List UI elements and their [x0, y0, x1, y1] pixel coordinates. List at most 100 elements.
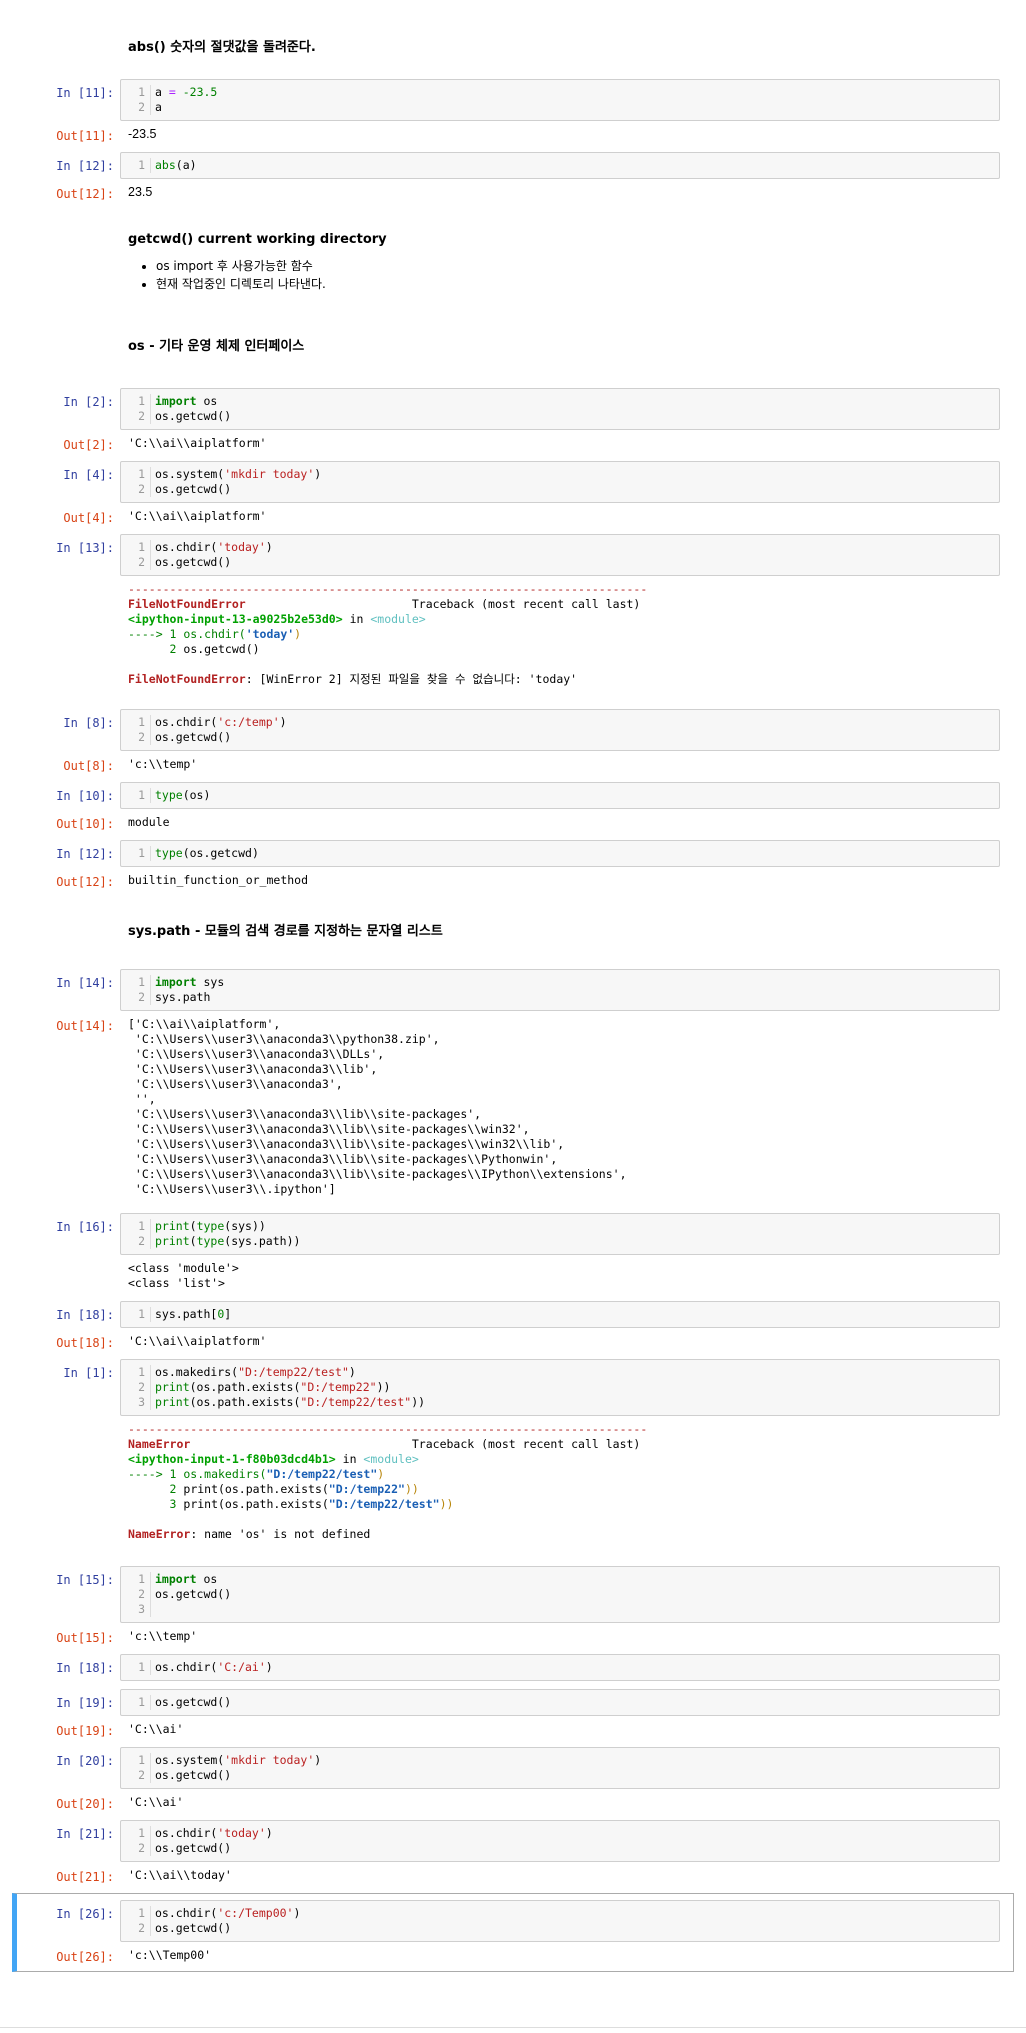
- code-text[interactable]: os.chdir('C:/ai'): [155, 1660, 273, 1675]
- line-numbers: 1: [121, 846, 151, 861]
- code-editor[interactable]: 1 2 3 import os os.getcwd(): [120, 1566, 1000, 1623]
- line-numbers: 1 2: [121, 715, 151, 745]
- line-numbers: 1 2: [121, 975, 151, 1005]
- markdown-cell-syspath[interactable]: sys.path - 모듈의 검색 경로를 지정하는 문자열 리스트: [0, 898, 1026, 955]
- code-text[interactable]: os.system('mkdir today') os.getcwd(): [155, 467, 321, 497]
- output-prompt-empty: [0, 1261, 120, 1291]
- code-editor[interactable]: 1 2 os.system('mkdir today') os.getcwd(): [120, 461, 1000, 503]
- line-numbers: 1 2: [121, 1753, 151, 1783]
- code-editor[interactable]: 1 2 os.chdir('c:/Temp00') os.getcwd(): [120, 1900, 1000, 1942]
- notebook-bottom-divider: [0, 2027, 1026, 2028]
- code-text[interactable]: sys.path[0]: [155, 1307, 231, 1322]
- list-item: os import 후 사용가능한 함수: [156, 257, 1026, 275]
- code-editor[interactable]: 1 2 3 os.makedirs("D:/temp22/test") prin…: [120, 1359, 1000, 1416]
- code-cell-1-error[interactable]: In [1]: 1 2 3 os.makedirs("D:/temp22/tes…: [0, 1359, 1026, 1542]
- output-prompt-empty: [0, 1422, 120, 1542]
- code-editor[interactable]: 1 abs(a): [120, 152, 1000, 179]
- code-text[interactable]: os.system('mkdir today') os.getcwd(): [155, 1753, 321, 1783]
- code-text[interactable]: os.chdir('today') os.getcwd(): [155, 1826, 273, 1856]
- getcwd-heading: getcwd() current working directory: [128, 232, 387, 247]
- code-text[interactable]: import os os.getcwd(): [155, 394, 231, 424]
- line-numbers: 1 2: [121, 1219, 151, 1249]
- code-cell-18-syspath[interactable]: In [18]: 1 sys.path[0] Out[18]: 'C:\\ai\…: [0, 1301, 1026, 1351]
- code-editor[interactable]: 1 2 os.system('mkdir today') os.getcwd(): [120, 1747, 1000, 1789]
- code-cell-20[interactable]: In [20]: 1 2 os.system('mkdir today') os…: [0, 1747, 1026, 1812]
- code-editor[interactable]: 1 2 import sys sys.path: [120, 969, 1000, 1011]
- input-prompt: In [15]:: [56, 1573, 114, 1587]
- line-numbers: 1: [121, 1695, 151, 1710]
- code-text[interactable]: os.makedirs("D:/temp22/test") print(os.p…: [155, 1365, 425, 1410]
- code-text[interactable]: import sys sys.path: [155, 975, 224, 1005]
- output-text: 'C:\\ai\\aiplatform': [128, 509, 267, 523]
- output-prompt: Out[19]:: [56, 1724, 114, 1738]
- code-editor[interactable]: 1 2 print(type(sys)) print(type(sys.path…: [120, 1213, 1000, 1255]
- code-editor[interactable]: 1 2 a = -23.5 a: [120, 79, 1000, 121]
- output-text: builtin_function_or_method: [128, 873, 309, 887]
- code-text[interactable]: abs(a): [155, 158, 197, 173]
- code-cell-12-abs[interactable]: In [12]: 1 abs(a) Out[12]: 23.5: [0, 152, 1026, 202]
- code-text[interactable]: os.chdir('c:/temp') os.getcwd(): [155, 715, 287, 745]
- output-text: 'C:\\ai\\aiplatform': [128, 436, 267, 450]
- output-text: -23.5: [128, 127, 157, 141]
- code-cell-26-selected[interactable]: In [26]: 1 2 os.chdir('c:/Temp00') os.ge…: [12, 1893, 1014, 1972]
- line-numbers: 1 2 3: [121, 1572, 151, 1617]
- code-editor[interactable]: 1 2 import os os.getcwd(): [120, 388, 1000, 430]
- markdown-cell-os[interactable]: os - 기타 운영 체제 인터페이스: [0, 307, 1026, 370]
- output-prompt: Out[2]:: [63, 438, 114, 452]
- output-prompt: Out[11]:: [56, 129, 114, 143]
- output-text: 'c:\\temp': [128, 1629, 198, 1643]
- line-numbers: 1: [121, 788, 151, 803]
- code-editor[interactable]: 1 2 os.chdir('today') os.getcwd(): [120, 534, 1000, 576]
- line-numbers: 1 2: [121, 540, 151, 570]
- input-prompt: In [8]:: [63, 716, 114, 730]
- code-text[interactable]: os.getcwd(): [155, 1695, 231, 1710]
- error-traceback: ----------------------------------------…: [128, 582, 648, 686]
- code-editor[interactable]: 1 os.getcwd(): [120, 1689, 1000, 1716]
- output-text: 23.5: [128, 185, 153, 199]
- markdown-cell-getcwd[interactable]: getcwd() current working directory os im…: [0, 210, 1026, 299]
- output-text: 'C:\\ai': [128, 1722, 184, 1736]
- code-editor[interactable]: 1 type(os.getcwd): [120, 840, 1000, 867]
- code-editor[interactable]: 1 os.chdir('C:/ai'): [120, 1654, 1000, 1681]
- code-cell-10[interactable]: In [10]: 1 type(os) Out[10]: module: [0, 782, 1026, 832]
- code-cell-4[interactable]: In [4]: 1 2 os.system('mkdir today') os.…: [0, 461, 1026, 526]
- code-cell-15[interactable]: In [15]: 1 2 3 import os os.getcwd() Out…: [0, 1566, 1026, 1646]
- code-cell-14[interactable]: In [14]: 1 2 import sys sys.path Out[14]…: [0, 969, 1026, 1197]
- code-cell-11[interactable]: In [11]: 1 2 a = -23.5 a Out[11]: -23.5: [0, 79, 1026, 144]
- code-cell-16[interactable]: In [16]: 1 2 print(type(sys)) print(type…: [0, 1213, 1026, 1291]
- markdown-cell-abs[interactable]: abs() 숫자의 절댓값을 돌려준다.: [0, 30, 1026, 71]
- code-cell-19[interactable]: In [19]: 1 os.getcwd() Out[19]: 'C:\\ai': [0, 1689, 1026, 1739]
- input-prompt: In [20]:: [56, 1754, 114, 1768]
- code-cell-2[interactable]: In [2]: 1 2 import os os.getcwd() Out[2]…: [0, 388, 1026, 453]
- code-cell-18-chdir[interactable]: In [18]: 1 os.chdir('C:/ai'): [0, 1654, 1026, 1681]
- input-prompt: In [1]:: [63, 1366, 114, 1380]
- input-prompt: In [21]:: [56, 1827, 114, 1841]
- code-editor[interactable]: 1 2 os.chdir('today') os.getcwd(): [120, 1820, 1000, 1862]
- output-prompt: Out[18]:: [56, 1336, 114, 1350]
- code-text[interactable]: os.chdir('today') os.getcwd(): [155, 540, 273, 570]
- code-editor[interactable]: 1 sys.path[0]: [120, 1301, 1000, 1328]
- output-text: 'c:\\temp': [128, 757, 198, 771]
- input-prompt: In [16]:: [56, 1220, 114, 1234]
- line-numbers: 1 2: [121, 394, 151, 424]
- input-prompt: In [10]:: [56, 789, 114, 803]
- code-cell-21[interactable]: In [21]: 1 2 os.chdir('today') os.getcwd…: [0, 1820, 1026, 1885]
- code-text[interactable]: a = -23.5 a: [155, 85, 217, 115]
- line-numbers: 1 2: [121, 1826, 151, 1856]
- notebook: abs() 숫자의 절댓값을 돌려준다. In [11]: 1 2 a = -2…: [0, 0, 1026, 1972]
- getcwd-bullet-list: os import 후 사용가능한 함수 현재 작업중인 디렉토리 나타낸다.: [128, 257, 1026, 293]
- output-text: module: [128, 815, 170, 829]
- code-cell-13-error[interactable]: In [13]: 1 2 os.chdir('today') os.getcwd…: [0, 534, 1026, 687]
- code-editor[interactable]: 1 type(os): [120, 782, 1000, 809]
- code-text[interactable]: print(type(sys)) print(type(sys.path)): [155, 1219, 300, 1249]
- line-numbers: 1 2: [121, 467, 151, 497]
- code-text[interactable]: type(os): [155, 788, 210, 803]
- code-cell-8[interactable]: In [8]: 1 2 os.chdir('c:/temp') os.getcw…: [0, 709, 1026, 774]
- output-prompt: Out[4]:: [63, 511, 114, 525]
- input-prompt: In [13]:: [56, 541, 114, 555]
- code-cell-12-type[interactable]: In [12]: 1 type(os.getcwd) Out[12]: buil…: [0, 840, 1026, 890]
- code-editor[interactable]: 1 2 os.chdir('c:/temp') os.getcwd(): [120, 709, 1000, 751]
- code-text[interactable]: type(os.getcwd): [155, 846, 259, 861]
- code-text[interactable]: os.chdir('c:/Temp00') os.getcwd(): [155, 1906, 300, 1936]
- code-text[interactable]: import os os.getcwd(): [155, 1572, 231, 1617]
